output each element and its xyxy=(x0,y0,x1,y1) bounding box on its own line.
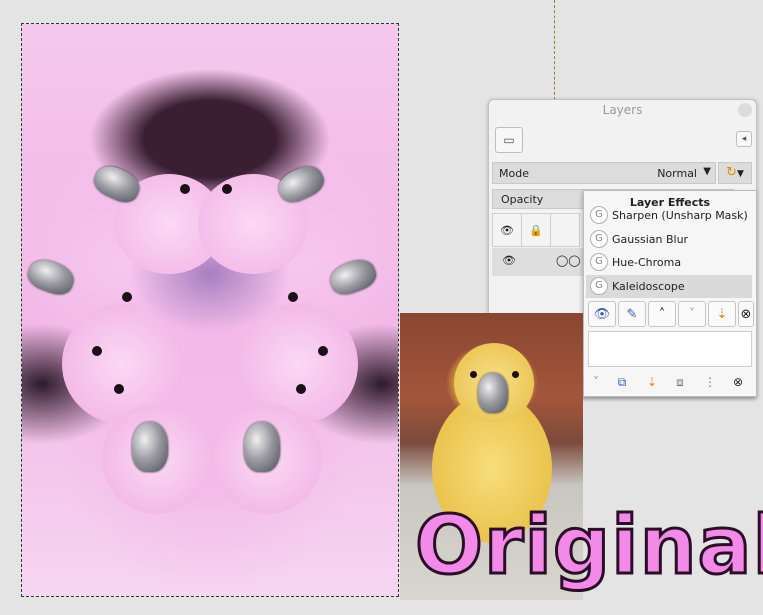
eye-dot xyxy=(288,292,298,302)
mask-icon[interactable]: ⋮ xyxy=(702,374,718,390)
lock-icon[interactable]: 🔒 xyxy=(521,213,551,247)
image-canvas[interactable] xyxy=(22,24,398,596)
gegl-icon: G xyxy=(590,277,608,295)
eye-dot xyxy=(512,371,519,378)
opacity-label: Opacity xyxy=(501,193,544,206)
effect-label: Gaussian Blur xyxy=(612,233,689,246)
effect-item-sharpen[interactable]: G Sharpen (Unsharp Mask) xyxy=(586,204,752,227)
gegl-icon: G xyxy=(590,206,608,224)
beak-shape xyxy=(132,422,168,472)
chevron-down-icon[interactable]: ˅ xyxy=(588,374,604,390)
eye-dot xyxy=(222,184,232,194)
edit-pencil-button[interactable]: ✎ xyxy=(618,301,646,327)
layers-titlebar[interactable]: Layers xyxy=(489,100,756,120)
layer-row[interactable]: 👁 ◯◯ xyxy=(492,248,584,276)
visibility-toggle-button[interactable]: 👁 xyxy=(588,301,616,327)
close-icon[interactable] xyxy=(738,103,752,117)
remove-effect-button[interactable]: ⊗ xyxy=(738,301,754,327)
binoculars-icon[interactable]: ◯◯ xyxy=(556,254,581,267)
eye-dot xyxy=(122,292,132,302)
duck-beak xyxy=(478,373,508,413)
chevron-down-icon: ▼ xyxy=(703,166,711,177)
anchor-layer-icon[interactable]: ⇣ xyxy=(644,374,660,390)
move-up-button[interactable]: ˄ xyxy=(648,301,676,327)
duplicate-layer-icon[interactable]: ⧉ xyxy=(614,374,630,390)
beak-shape xyxy=(24,255,78,299)
mode-label: Mode xyxy=(499,167,529,180)
eye-icon[interactable]: 👁 xyxy=(502,254,516,267)
eye-dot xyxy=(318,346,328,356)
original-caption: Original xyxy=(414,499,763,592)
gegl-icon: G xyxy=(590,253,608,271)
effect-label: Kaleidoscope xyxy=(612,280,685,293)
layer-effects-menu-button[interactable]: ↻▼ xyxy=(718,162,752,184)
eye-dot xyxy=(296,384,306,394)
chevron-down-icon: ▼ xyxy=(736,169,744,179)
effect-item-hue-chroma[interactable]: G Hue-Chroma xyxy=(586,251,752,274)
eye-icon[interactable]: 👁 xyxy=(492,213,522,247)
mode-dropdown[interactable]: Mode Normal ▼ xyxy=(492,162,716,184)
mode-value: Normal xyxy=(657,167,697,180)
layers-title: Layers xyxy=(602,103,643,117)
eraser-icon[interactable]: ▭ xyxy=(495,127,523,153)
eye-dot xyxy=(92,346,102,356)
effect-label: Hue-Chroma xyxy=(612,256,682,269)
beak-shape xyxy=(244,422,280,472)
delete-layer-icon[interactable]: ⊗ xyxy=(730,374,746,390)
eye-dot xyxy=(114,384,124,394)
beak-shape xyxy=(326,255,380,299)
eye-dot xyxy=(180,184,190,194)
layer-effects-popup: Layer Effects G Sharpen (Unsharp Mask) G… xyxy=(583,190,757,397)
merge-layers-icon[interactable]: ⧈ xyxy=(672,374,688,390)
effect-item-gaussian-blur[interactable]: G Gaussian Blur xyxy=(586,228,752,251)
effect-item-kaleidoscope[interactable]: G Kaleidoscope xyxy=(586,275,752,298)
lock-slot[interactable] xyxy=(550,213,580,247)
fx-swirl-icon: ↻ xyxy=(726,165,737,180)
merge-down-button[interactable]: ⇣ xyxy=(708,301,736,327)
eye-dot xyxy=(470,371,477,378)
gegl-icon: G xyxy=(590,230,608,248)
effect-settings-area xyxy=(588,331,752,367)
canvas-guide-line[interactable] xyxy=(554,0,555,100)
dock-menu-icon[interactable]: ◂ xyxy=(736,131,752,147)
move-down-button[interactable]: ˅ xyxy=(678,301,706,327)
effect-label: Sharpen (Unsharp Mask) xyxy=(612,209,748,222)
